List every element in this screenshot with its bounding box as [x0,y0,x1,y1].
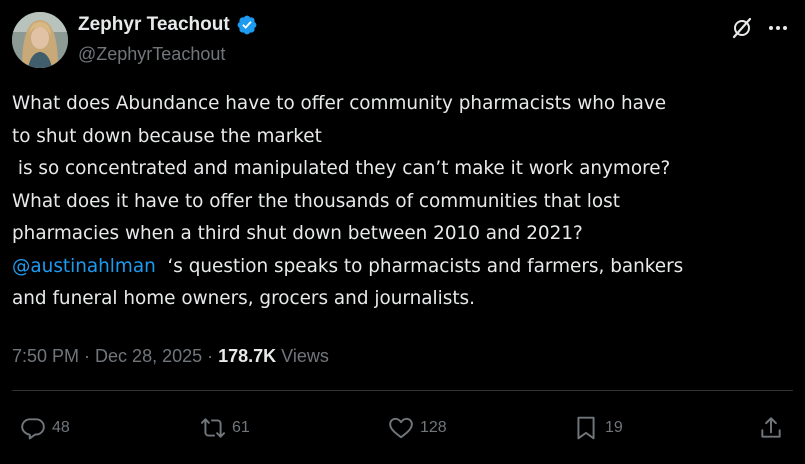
meta-separator: · [79,346,96,366]
tweet-date[interactable]: Dec 28, 2025 [95,346,202,366]
bookmark-button[interactable]: 19 [573,414,623,442]
tweet-text-line-mention: @austinahlman ‘s question speaks to phar… [12,251,797,284]
like-icon [389,417,413,439]
views-count: 178.7K [218,346,277,366]
divider [12,390,793,391]
share-button[interactable] [758,414,784,442]
display-name-row: Zephyr Teachout [78,13,258,37]
display-name[interactable]: Zephyr Teachout [78,13,230,37]
views-label: Views [276,346,329,366]
tweet-meta: 7:50 PM · Dec 28, 2025 · 178.7K Views [12,344,329,368]
tweet-text-line: pharmacies when a third shut down betwee… [12,223,583,244]
reply-icon [21,418,45,440]
user-handle[interactable]: @ZephyrTeachout [78,43,225,65]
share-icon [761,417,781,438]
bookmark-icon [577,416,595,440]
like-button[interactable]: 128 [388,414,447,442]
tweet-text-after-mention: ‘s question speaks to pharmacists and fa… [155,255,684,277]
tweet-text-line: to shut down because the market [12,125,322,147]
repost-button[interactable]: 61 [200,414,250,442]
tweet-text-line: is so concentrated and manipulated they … [12,158,671,179]
tweet-text-line: What does Abundance have to offer commun… [12,93,667,114]
tweet-time[interactable]: 7:50 PM [12,346,79,366]
reply-button[interactable]: 48 [20,414,70,442]
tweet-text: What does Abundance have to offer commun… [12,88,797,316]
grok-icon[interactable] [730,16,754,40]
tweet-detail: Zephyr Teachout @ZephyrTeachout What doe… [0,0,805,464]
meta-separator: · [202,346,219,366]
repost-icon [200,418,226,438]
avatar[interactable] [12,12,68,68]
like-count: 128 [420,419,447,436]
repost-count: 61 [232,419,250,436]
more-options-icon[interactable] [766,16,790,40]
reply-count: 48 [52,419,70,436]
mention-link[interactable]: @austinahlman [12,256,156,277]
tweet-text-line: and funeral home owners, grocers and jou… [12,288,475,309]
verified-badge-icon [237,15,257,35]
tweet-text-line: What does it have to offer the thousands… [12,190,620,212]
bookmark-count: 19 [605,419,623,436]
user-avatar-photo [12,12,68,68]
